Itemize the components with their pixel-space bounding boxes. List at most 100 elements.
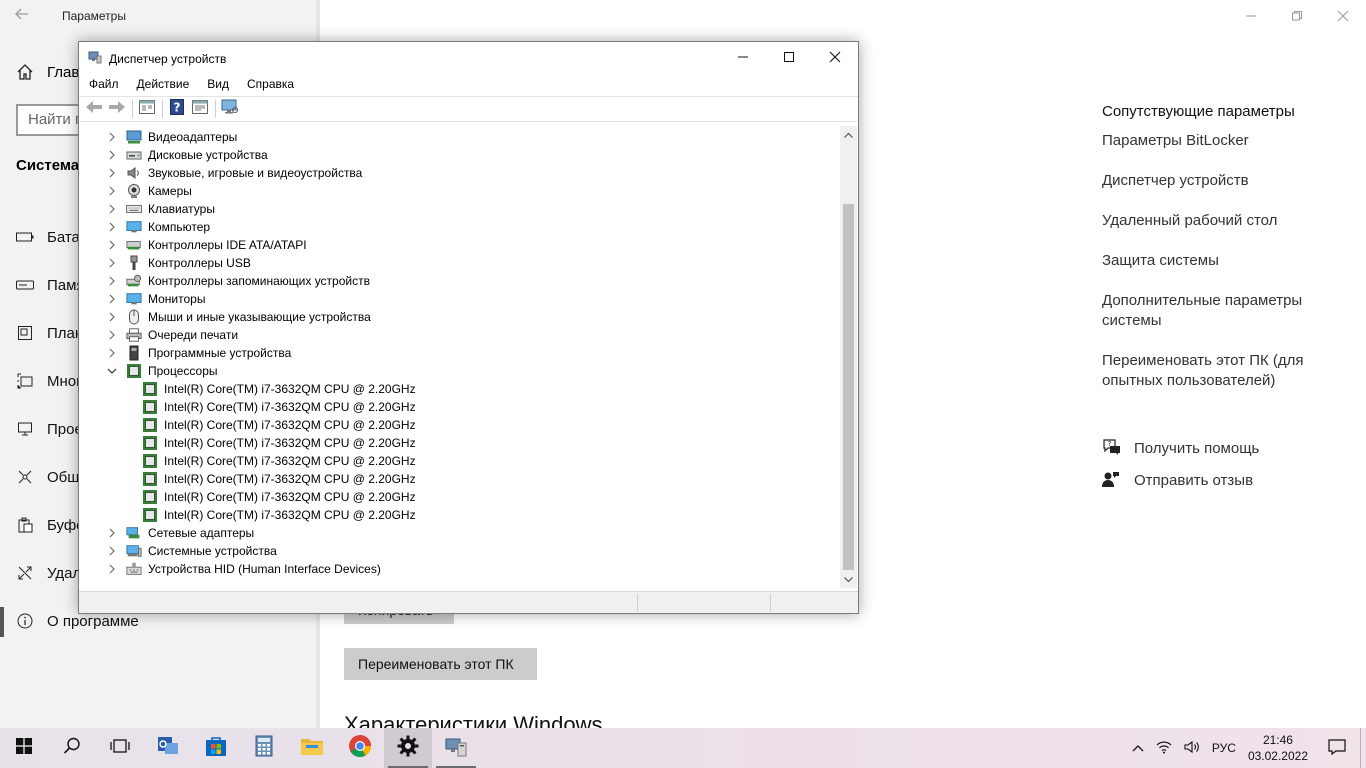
- tree-category[interactable]: Очереди печати: [106, 326, 238, 344]
- chevron-down-icon[interactable]: [106, 365, 118, 377]
- chevron-right-icon[interactable]: [106, 293, 118, 305]
- chevron-right-icon[interactable]: [106, 275, 118, 287]
- tree-device-item[interactable]: Intel(R) Core(TM) i7-3632QM CPU @ 2.20GH…: [142, 380, 416, 398]
- show-hide-console-tree-button[interactable]: [136, 98, 158, 120]
- tree-vertical-scrollbar[interactable]: [840, 126, 857, 588]
- chevron-right-icon[interactable]: [106, 329, 118, 341]
- chevron-right-icon[interactable]: [106, 311, 118, 323]
- tree-category[interactable]: Контроллеры USB: [106, 254, 251, 272]
- chevron-right-icon[interactable]: [106, 221, 118, 233]
- ide-controller-icon: [126, 237, 142, 253]
- chevron-right-icon[interactable]: [106, 185, 118, 197]
- tree-category[interactable]: Камеры: [106, 182, 192, 200]
- forward-button[interactable]: [106, 98, 128, 120]
- related-link[interactable]: Параметры BitLocker: [1102, 131, 1332, 151]
- scrollbar-thumb[interactable]: [843, 204, 854, 570]
- tree-device-item[interactable]: Intel(R) Core(TM) i7-3632QM CPU @ 2.20GH…: [142, 470, 416, 488]
- restore-button[interactable]: [1274, 0, 1320, 32]
- help-button[interactable]: ?: [166, 98, 188, 120]
- send-feedback-link[interactable]: Отправить отзыв: [1102, 470, 1253, 490]
- scan-hardware-button[interactable]: [219, 98, 241, 120]
- back-arrow-icon: [85, 100, 103, 119]
- tree-category[interactable]: Контроллеры IDE ATA/ATAPI: [106, 236, 307, 254]
- device-tree[interactable]: Видеоадаптеры Дисковые устройства Звуковые…: [80, 126, 840, 588]
- properties-button[interactable]: [189, 98, 211, 120]
- tree-category[interactable]: Системные устройства: [106, 542, 277, 560]
- settings-window-controls: [1228, 0, 1366, 32]
- status-separator: [770, 594, 771, 612]
- taskbar-search-button[interactable]: [48, 728, 96, 768]
- tree-device-item[interactable]: Intel(R) Core(TM) i7-3632QM CPU @ 2.20GH…: [142, 434, 416, 452]
- tree-category[interactable]: Мониторы: [106, 290, 205, 308]
- tree-category[interactable]: Компьютер: [106, 218, 210, 236]
- back-arrow-icon[interactable]: [14, 6, 34, 26]
- close-button[interactable]: [1320, 0, 1366, 32]
- tree-category[interactable]: Дисковые устройства: [106, 146, 268, 164]
- chevron-right-icon[interactable]: [106, 527, 118, 539]
- minimize-button[interactable]: [1228, 0, 1274, 32]
- menu-file[interactable]: Файл: [89, 73, 127, 95]
- tree-category[interactable]: Программные устройства: [106, 344, 291, 362]
- tree-device-item[interactable]: Intel(R) Core(TM) i7-3632QM CPU @ 2.20GH…: [142, 452, 416, 470]
- taskbar-clock[interactable]: 21:46 03.02.2022: [1242, 728, 1314, 768]
- menu-view[interactable]: Вид: [207, 73, 237, 95]
- show-hidden-icons-button[interactable]: [1126, 728, 1150, 768]
- tree-category[interactable]: Контроллеры запоминающих устройств: [106, 272, 370, 290]
- chevron-right-icon[interactable]: [106, 167, 118, 179]
- language-indicator[interactable]: РУС: [1206, 728, 1242, 768]
- tree-category[interactable]: Клавиатуры: [106, 200, 215, 218]
- devmgr-close-button[interactable]: [812, 42, 858, 72]
- tree-device-item[interactable]: Intel(R) Core(TM) i7-3632QM CPU @ 2.20GH…: [142, 398, 416, 416]
- chevron-right-icon[interactable]: [106, 257, 118, 269]
- related-link[interactable]: Защита системы: [1102, 251, 1332, 271]
- chevron-right-icon[interactable]: [106, 239, 118, 251]
- rename-pc-button[interactable]: Переименовать этот ПК: [344, 648, 537, 680]
- chevron-right-icon[interactable]: [106, 131, 118, 143]
- menu-help[interactable]: Справка: [247, 73, 302, 95]
- tree-category[interactable]: Видеоадаптеры: [106, 128, 237, 146]
- tree-category[interactable]: Процессоры: [106, 362, 218, 380]
- taskbar-app-chrome[interactable]: [336, 728, 384, 768]
- tree-category[interactable]: Сетевые адаптеры: [106, 524, 254, 542]
- task-view-button[interactable]: [96, 728, 144, 768]
- chevron-right-icon[interactable]: [106, 347, 118, 359]
- volume-tray-button[interactable]: [1178, 728, 1206, 768]
- taskbar-app-settings[interactable]: [384, 728, 432, 768]
- taskbar-app-calculator[interactable]: [240, 728, 288, 768]
- tree-category[interactable]: Мыши и иные указывающие устройства: [106, 308, 371, 326]
- scroll-down-arrow-icon[interactable]: [840, 571, 857, 588]
- show-desktop-button[interactable]: [1360, 728, 1366, 768]
- taskbar-app-file-explorer[interactable]: [288, 728, 336, 768]
- start-button[interactable]: [0, 728, 48, 768]
- tree-device-item[interactable]: Intel(R) Core(TM) i7-3632QM CPU @ 2.20GH…: [142, 488, 416, 506]
- back-button[interactable]: [83, 98, 105, 120]
- related-link[interactable]: Дополнительные параметры системы: [1102, 291, 1332, 331]
- menu-action[interactable]: Действие: [137, 73, 198, 95]
- chevron-right-icon[interactable]: [106, 149, 118, 161]
- tree-category[interactable]: Звуковые, игровые и видеоустройства: [106, 164, 362, 182]
- sidebar-item-info[interactable]: О программе: [0, 607, 139, 637]
- related-link[interactable]: Удаленный рабочий стол: [1102, 211, 1332, 231]
- taskbar-app-store[interactable]: [192, 728, 240, 768]
- tree-device-item[interactable]: Intel(R) Core(TM) i7-3632QM CPU @ 2.20GH…: [142, 506, 416, 524]
- toolbar-separator: [215, 100, 216, 118]
- svg-text:?: ?: [1108, 440, 1112, 448]
- tree-device-item[interactable]: Intel(R) Core(TM) i7-3632QM CPU @ 2.20GH…: [142, 416, 416, 434]
- network-tray-button[interactable]: [1150, 728, 1178, 768]
- chevron-right-icon[interactable]: [106, 203, 118, 215]
- devmgr-maximize-button[interactable]: [766, 42, 812, 72]
- action-center-button[interactable]: [1314, 728, 1360, 768]
- processor-icon: [142, 435, 158, 451]
- get-help-link[interactable]: ? Получить помощь: [1102, 438, 1259, 458]
- devmgr-minimize-button[interactable]: [720, 42, 766, 72]
- taskbar-app-device-manager[interactable]: [432, 728, 480, 768]
- chevron-right-icon[interactable]: [106, 563, 118, 575]
- processor-icon: [142, 381, 158, 397]
- related-link[interactable]: Диспетчер устройств: [1102, 171, 1332, 191]
- chevron-right-icon[interactable]: [106, 545, 118, 557]
- related-link[interactable]: Переименовать этот ПК (для опытных польз…: [1102, 351, 1332, 391]
- taskbar-app-outlook[interactable]: [144, 728, 192, 768]
- devmgr-titlebar[interactable]: Диспетчер устройств: [79, 42, 858, 73]
- scroll-up-arrow-icon[interactable]: [840, 126, 857, 143]
- tree-category[interactable]: Устройства HID (Human Interface Devices): [106, 560, 381, 578]
